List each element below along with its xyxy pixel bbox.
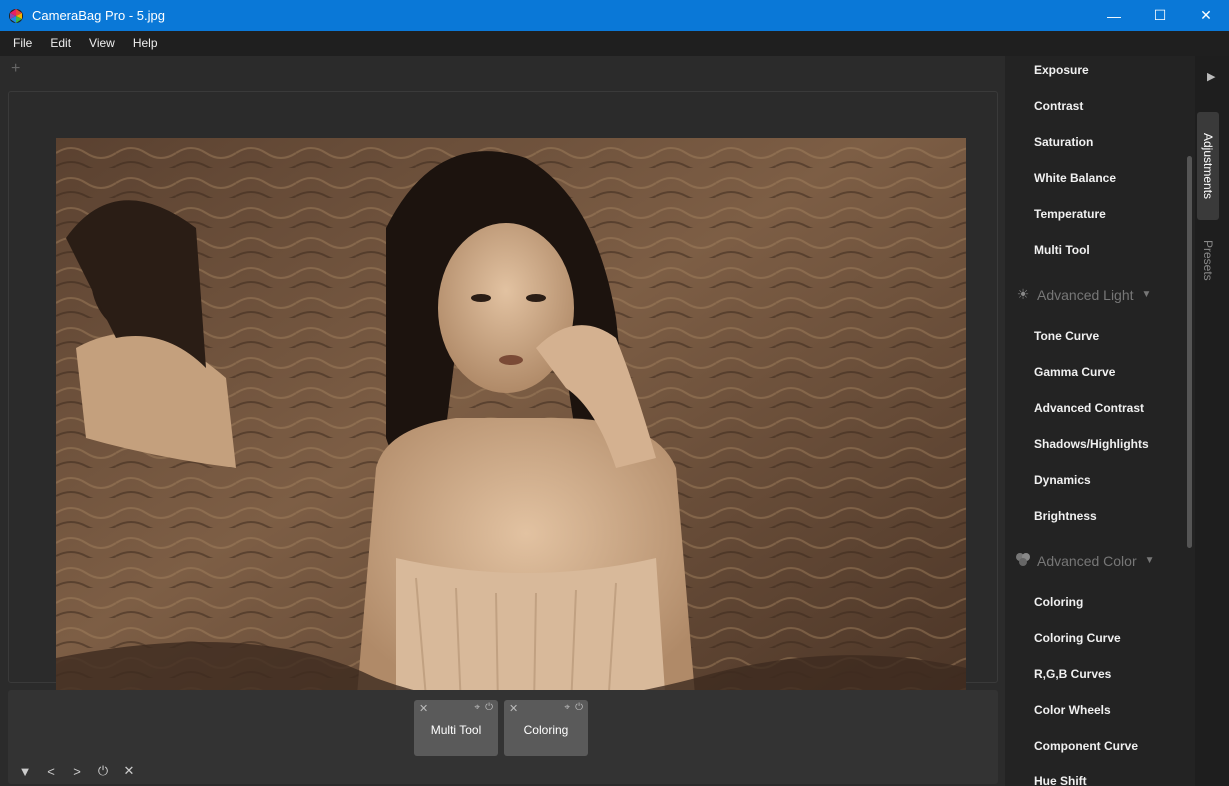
main-canvas-area: + ✕ ⌖ ⏻ Multi Tool ✕ ⌖ ⏻ Coloring ▼ < > … bbox=[0, 56, 1005, 786]
remove-tool-icon[interactable]: ✕ bbox=[509, 702, 518, 715]
adj-white-balance[interactable]: White Balance bbox=[1034, 171, 1116, 185]
adj-shadows-highlights[interactable]: Shadows/Highlights bbox=[1034, 437, 1149, 451]
adj-exposure[interactable]: Exposure bbox=[1034, 63, 1089, 77]
section-advanced-light[interactable]: ☀ Advanced Light ▼ bbox=[1013, 286, 1152, 303]
adjustments-scrollbar[interactable] bbox=[1187, 156, 1192, 548]
add-tab-icon[interactable]: + bbox=[11, 60, 20, 78]
clear-all-icon[interactable]: ✕ bbox=[116, 763, 142, 779]
tab-label: Presets bbox=[1201, 239, 1215, 281]
menu-view[interactable]: View bbox=[80, 31, 124, 56]
tray-menu-icon[interactable]: ▼ bbox=[12, 764, 38, 779]
adj-saturation[interactable]: Saturation bbox=[1034, 135, 1093, 149]
adj-hue-shift[interactable]: Hue Shift bbox=[1034, 774, 1087, 786]
image-frame bbox=[8, 91, 998, 707]
adj-dynamics[interactable]: Dynamics bbox=[1034, 473, 1091, 487]
sepia-photo-image bbox=[56, 138, 966, 707]
adj-advanced-contrast[interactable]: Advanced Contrast bbox=[1034, 401, 1144, 415]
adj-contrast[interactable]: Contrast bbox=[1034, 99, 1083, 113]
adj-tone-curve[interactable]: Tone Curve bbox=[1034, 329, 1099, 343]
adj-coloring[interactable]: Coloring bbox=[1034, 595, 1083, 609]
adj-coloring-curve[interactable]: Coloring Curve bbox=[1034, 631, 1121, 645]
power-icon[interactable]: ⏻ bbox=[485, 702, 493, 713]
tab-adjustments[interactable]: Adjustments bbox=[1197, 112, 1219, 220]
tool-card-label: Multi Tool bbox=[430, 723, 482, 737]
remove-tool-icon[interactable]: ✕ bbox=[419, 702, 428, 715]
maximize-button[interactable]: ☐ bbox=[1137, 0, 1183, 31]
minimize-button[interactable]: — bbox=[1091, 0, 1137, 31]
adj-temperature[interactable]: Temperature bbox=[1034, 207, 1106, 221]
window-title: CameraBag Pro - 5.jpg bbox=[32, 8, 165, 23]
chevron-down-icon: ▼ bbox=[1144, 555, 1155, 566]
active-tools-tray: ✕ ⌖ ⏻ Multi Tool ✕ ⌖ ⏻ Coloring bbox=[8, 690, 998, 784]
adj-gamma-curve[interactable]: Gamma Curve bbox=[1034, 365, 1115, 379]
pin-icon[interactable]: ⌖ bbox=[564, 702, 570, 713]
adj-brightness[interactable]: Brightness bbox=[1034, 509, 1097, 523]
power-icon[interactable]: ⏻ bbox=[575, 702, 583, 713]
color-circles-icon bbox=[1013, 552, 1033, 569]
sun-icon: ☀ bbox=[1016, 286, 1030, 302]
menu-file[interactable]: File bbox=[4, 31, 41, 56]
chevron-down-icon: ▼ bbox=[1141, 289, 1152, 300]
side-tabs: ▶ Adjustments Presets bbox=[1195, 56, 1229, 786]
next-icon[interactable]: > bbox=[64, 764, 90, 779]
menu-bar: File Edit View Help bbox=[0, 31, 1229, 56]
tab-presets[interactable]: Presets bbox=[1197, 228, 1219, 292]
adj-component-curve[interactable]: Component Curve bbox=[1034, 739, 1138, 753]
menu-help[interactable]: Help bbox=[124, 31, 167, 56]
section-advanced-color[interactable]: Advanced Color ▼ bbox=[1013, 552, 1155, 569]
tray-controls: ▼ < > ⏻ ✕ bbox=[12, 762, 142, 780]
pin-icon[interactable]: ⌖ bbox=[474, 702, 480, 713]
tool-card-label: Coloring bbox=[523, 723, 569, 737]
adj-rgb-curves[interactable]: R,G,B Curves bbox=[1034, 667, 1111, 681]
previous-icon[interactable]: < bbox=[38, 764, 64, 779]
tool-card-multi-tool[interactable]: ✕ ⌖ ⏻ Multi Tool bbox=[414, 700, 498, 756]
collapse-panel-icon[interactable]: ▶ bbox=[1207, 70, 1215, 83]
close-window-button[interactable]: ✕ bbox=[1183, 0, 1229, 31]
tool-card-coloring[interactable]: ✕ ⌖ ⏻ Coloring bbox=[504, 700, 588, 756]
section-title: Advanced Color bbox=[1037, 552, 1137, 569]
section-title: Advanced Light bbox=[1037, 286, 1134, 303]
title-bar: CameraBag Pro - 5.jpg — ☐ ✕ bbox=[0, 0, 1229, 31]
adj-multi-tool[interactable]: Multi Tool bbox=[1034, 243, 1090, 257]
menu-edit[interactable]: Edit bbox=[41, 31, 80, 56]
camerabag-app-icon bbox=[9, 8, 23, 23]
tab-label: Adjustments bbox=[1201, 132, 1215, 200]
photo-preview[interactable] bbox=[56, 138, 966, 707]
adj-color-wheels[interactable]: Color Wheels bbox=[1034, 703, 1111, 717]
adjustments-panel: Exposure Contrast Saturation White Balan… bbox=[1005, 56, 1195, 786]
power-all-icon[interactable]: ⏻ bbox=[90, 763, 116, 779]
